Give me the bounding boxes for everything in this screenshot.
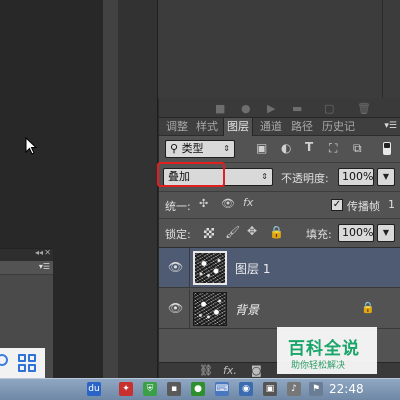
pixel-filter-icon[interactable]: ▣ [256,141,267,155]
watermark-subtitle: 助你轻松解决 [291,361,346,371]
fill-label: 填充: [306,228,332,241]
unify-style-icon[interactable]: fx [243,196,253,209]
tray-keyboard-icon[interactable]: ⌨ [215,382,229,396]
adjustment-filter-icon[interactable]: ◐ [281,141,291,155]
record-icon[interactable]: ● [241,102,251,115]
opacity-input[interactable]: 100% [338,168,374,186]
app-du-icon[interactable]: du [87,382,101,396]
browser-toolbar-fragment [0,348,45,378]
tab-channels[interactable]: 通道 [257,118,285,136]
visibility-eye-icon[interactable]: 👁 [168,260,184,274]
layer-thumbnail [193,251,227,285]
panel-tabs: 调整 样式 图层 通道 路径 历史记 ▾☰ [159,118,400,136]
panel-top-area [158,0,400,98]
unify-position-icon[interactable]: ✣ [199,197,208,210]
filter-kind-label: 类型 [181,142,204,155]
propagate-frame-number: 1 [388,198,395,211]
tab-layers[interactable]: 图层 [223,118,253,136]
divider [159,162,400,163]
lock-transparency-icon[interactable] [204,228,214,238]
search-icon[interactable] [0,354,8,366]
link-layers-icon[interactable]: ⛓ [199,364,213,377]
apps-grid-icon[interactable] [18,354,36,372]
lock-icon: 🔒 [361,301,375,314]
unify-label: 统一: [165,200,191,213]
tray-network-icon[interactable]: ◉ [239,382,253,396]
tab-paths[interactable]: 路径 [288,118,316,136]
lock-position-icon[interactable]: ✥ [247,224,257,238]
divider [159,218,400,219]
tray-green-icon[interactable]: ● [191,382,205,396]
layer-name[interactable]: 图层 1 [235,260,270,277]
actions-panel-footer: ■ ● ▶ ▬ ▢ 🗑 [159,98,400,118]
dropdown-arrow-icon: ⇕ [261,172,268,181]
collapsed-panel-menu: ▾☰ [0,261,53,275]
layer-name[interactable]: 背景 [235,301,259,318]
layer-row[interactable]: 👁 图层 1 [159,248,400,288]
smart-object-filter-icon[interactable]: ⧉ [353,141,362,156]
tab-history[interactable]: 历史记 [319,118,358,136]
lock-all-icon[interactable]: 🔒 [269,225,284,239]
unify-visibility-icon[interactable]: 👁 [221,197,235,210]
collapsed-panel-header: ◂◂ ✕ [0,248,53,261]
dropdown-arrow-icon: ⇕ [223,144,230,153]
panel-menu-icon[interactable]: ▾☰ [39,262,50,271]
lock-row: 锁定: 🖌 ✥ 🔒 填充: 100% ▼ [159,220,400,246]
shape-filter-icon[interactable]: ⛶ [329,141,337,156]
stop-icon[interactable]: ■ [215,102,225,115]
watermark-title: 百科全说 [288,339,360,359]
fill-input[interactable]: 100% [338,224,374,242]
propagate-frame-checkbox[interactable]: ✓ [331,199,343,211]
layer-style-button[interactable]: fx. [223,364,237,377]
lock-pixels-icon[interactable]: 🖌 [225,225,240,239]
app-red-icon[interactable]: ✦ [119,382,133,396]
canvas-scroll-edge [103,0,118,378]
blend-mode-value: 叠加 [168,170,190,183]
watermark-logo: 百科全说 助你轻松解决 [277,327,377,374]
add-mask-icon[interactable]: ◙ [251,364,262,377]
layer-filter-row: ⚲ 类型 ⇕ ▣ ◐ T ⛶ ⧉ [159,136,400,162]
blend-mode-select[interactable]: 叠加 ⇕ [163,168,273,186]
document-canvas[interactable] [0,0,103,248]
tray-volume-icon[interactable]: ♪ [287,382,301,396]
layer-thumbnail [193,292,227,326]
tray-app-2-icon[interactable]: ▣ [263,382,277,396]
security-shield-icon[interactable]: ⛨ [143,382,157,396]
new-set-icon[interactable]: ▬ [292,102,302,115]
filter-search-icon: ⚲ [170,142,182,155]
tab-adjustments[interactable]: 调整 [163,118,191,136]
fill-value: 100% [342,226,374,239]
opacity-slider-button[interactable]: ▼ [377,168,395,186]
panel-menu-icon[interactable]: ▾☰ [384,121,397,131]
taskbar-clock[interactable]: 22:48 [329,382,364,396]
collapse-arrows-icon[interactable]: ◂◂ [35,248,43,257]
divider [159,191,400,192]
filter-kind-select[interactable]: ⚲ 类型 ⇕ [165,140,235,158]
tray-app-icon[interactable]: ▪ [167,382,181,396]
visibility-eye-icon[interactable]: 👁 [168,301,184,315]
type-filter-icon[interactable]: T [305,140,313,154]
new-action-icon[interactable]: ▢ [324,102,334,115]
fill-slider-button[interactable]: ▼ [377,224,395,242]
filter-toggle-switch[interactable] [383,142,391,155]
blend-row: 叠加 ⇕ 不透明度: 100% ▼ [159,164,400,190]
layer-row[interactable]: 👁 背景 🔒 [159,289,400,329]
panel-dock-column [118,0,158,378]
mouse-cursor-icon [25,137,37,155]
tray-flag-icon[interactable]: ⚑ [309,382,323,396]
tab-styles[interactable]: 样式 [193,118,221,136]
unify-row: 统一: ✣ 👁 fx ✓ 传播帧 1 [159,193,400,217]
taskbar: du ✦ ⛨ ▪ ● ⌨ ◉ ▣ ♪ ⚑ 22:48 [0,378,400,400]
lock-label: 锁定: [165,228,191,241]
close-icon[interactable]: ✕ [44,248,51,257]
delete-icon[interactable]: 🗑 [357,102,371,115]
propagate-frame-label: 传播帧 [347,200,380,213]
play-icon[interactable]: ▶ [267,102,275,115]
opacity-label: 不透明度: [281,172,329,185]
opacity-value: 100% [342,170,374,183]
